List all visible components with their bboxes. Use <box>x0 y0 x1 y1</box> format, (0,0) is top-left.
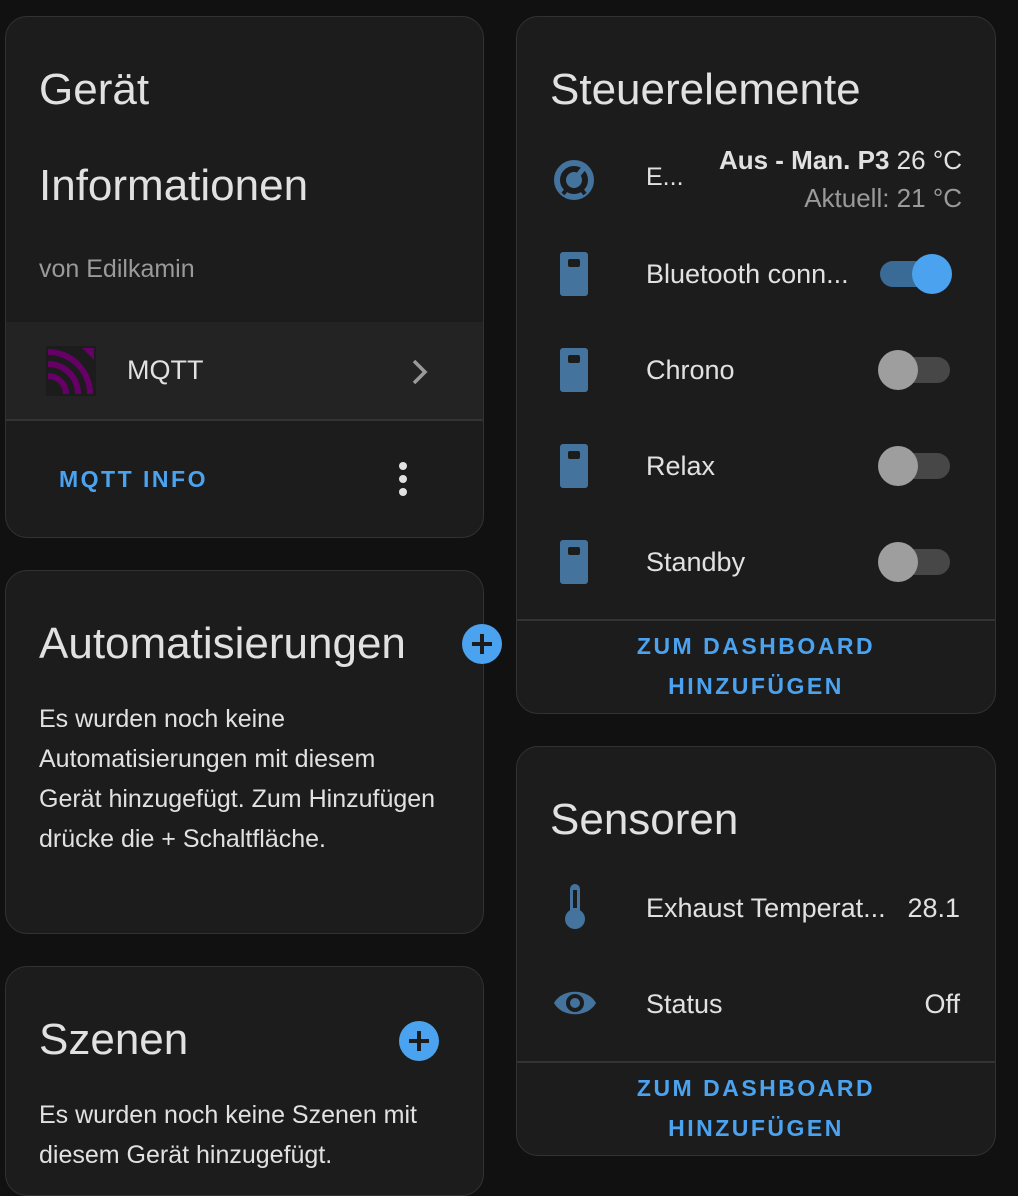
controls-card: Steuerelemente E... Aus - Man. P3 26 °C … <box>516 16 996 714</box>
automations-card: Automatisierungen Es wurden noch keine A… <box>5 570 502 934</box>
scenes-empty-text: Es wurden noch keine Szenen mit diesem G… <box>39 1101 417 1169</box>
climate-mode: Aus - Man. P3 <box>718 145 890 175</box>
climate-name: E... <box>646 163 684 191</box>
sensors-add-to-dashboard-button[interactable]: ZUM DASHBOARD HINZUFÜGEN <box>517 1069 995 1149</box>
eye-icon <box>552 986 598 1025</box>
manufacturer-label: von Edilkamin <box>39 255 195 283</box>
mqtt-icon <box>46 346 96 401</box>
thermostat-icon <box>553 159 595 206</box>
relax-toggle[interactable] <box>878 446 952 486</box>
climate-row[interactable]: E... Aus - Man. P3 26 °C Aktuell: 21 °C <box>517 137 995 221</box>
chevron-right-icon <box>408 358 432 391</box>
button-line2: HINZUFÜGEN <box>668 673 844 699</box>
plus-circle-icon <box>399 1021 439 1061</box>
automations-title: Automatisierungen <box>39 619 406 668</box>
switch-row-chrono[interactable]: Chrono <box>517 339 995 401</box>
button-line1: ZUM DASHBOARD <box>636 1075 876 1101</box>
controls-add-to-dashboard-button[interactable]: ZUM DASHBOARD HINZUFÜGEN <box>517 627 995 707</box>
switch-label: Chrono <box>646 355 735 385</box>
standby-toggle[interactable] <box>878 542 952 582</box>
sensor-row-exhaust[interactable]: Exhaust Temperat... 28.1 <box>517 877 995 939</box>
add-automation-button[interactable] <box>461 623 503 665</box>
device-card-title-line2: Informationen <box>39 161 309 210</box>
switch-label: Bluetooth conn... <box>646 259 849 289</box>
device-info-card: Gerät Informationen von Edilkamin MQTT M… <box>5 16 484 538</box>
mqtt-info-button[interactable]: MQTT INFO <box>59 466 208 493</box>
sensor-value: Off <box>924 989 960 1019</box>
sensor-row-status[interactable]: Status Off <box>517 973 995 1035</box>
divider <box>517 619 995 621</box>
switch-label: Relax <box>646 451 716 481</box>
sensors-card: Sensoren Exhaust Temperat... 28.1 Status… <box>516 746 996 1156</box>
switch-icon <box>559 348 589 397</box>
switch-icon <box>559 540 589 589</box>
thermometer-icon <box>563 884 587 935</box>
automations-empty-text: Es wurden noch keine Automatisierungen m… <box>39 705 436 853</box>
more-vert-icon[interactable] <box>396 461 410 502</box>
bluetooth-toggle[interactable] <box>878 254 952 294</box>
sensor-value: 28.1 <box>907 893 960 923</box>
sensor-label: Status <box>646 989 723 1019</box>
add-scene-button[interactable] <box>398 1020 440 1062</box>
switch-icon <box>559 444 589 493</box>
climate-state: Aus - Man. P3 26 °C Aktuell: 21 °C <box>719 141 962 217</box>
switch-label: Standby <box>646 547 746 577</box>
controls-title: Steuerelemente <box>550 65 861 114</box>
switch-row-relax[interactable]: Relax <box>517 435 995 497</box>
button-line2: HINZUFÜGEN <box>668 1115 844 1141</box>
switch-row-standby[interactable]: Standby <box>517 531 995 593</box>
scenes-title: Szenen <box>39 1015 189 1064</box>
switch-row-bluetooth[interactable]: Bluetooth conn... <box>517 243 995 305</box>
plus-circle-icon <box>462 624 502 664</box>
button-line1: ZUM DASHBOARD <box>636 633 876 659</box>
scenes-card: Szenen Es wurden noch keine Szenen mit d… <box>5 966 484 1196</box>
integration-label: MQTT <box>127 355 204 385</box>
sensors-title: Sensoren <box>550 795 739 844</box>
chrono-toggle[interactable] <box>878 350 952 390</box>
climate-target: 26 °C <box>896 145 962 175</box>
device-card-title-line1: Gerät <box>39 65 150 114</box>
integration-row-mqtt[interactable]: MQTT <box>6 322 483 419</box>
divider <box>517 1061 995 1063</box>
switch-icon <box>559 252 589 301</box>
climate-current: Aktuell: 21 °C <box>804 183 962 213</box>
divider <box>6 419 483 421</box>
sensor-label: Exhaust Temperat... <box>646 893 886 923</box>
